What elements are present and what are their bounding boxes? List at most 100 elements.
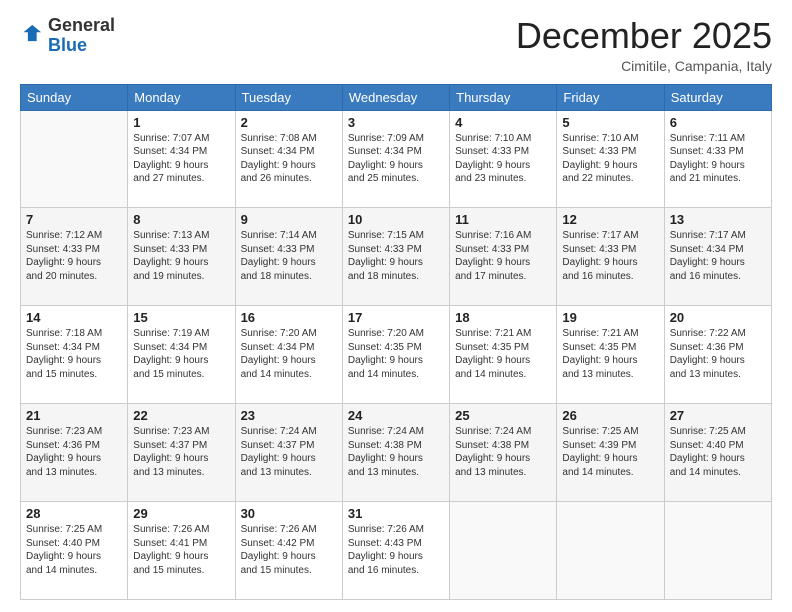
day-number: 6 [670, 115, 766, 130]
day-number: 7 [26, 212, 122, 227]
table-row [21, 110, 128, 208]
day-info: Sunrise: 7:10 AMSunset: 4:33 PMDaylight:… [455, 132, 551, 186]
day-number: 23 [241, 408, 337, 423]
logo-blue-text: Blue [48, 35, 87, 55]
col-monday: Monday [128, 84, 235, 110]
day-number: 28 [26, 506, 122, 521]
day-number: 1 [133, 115, 229, 130]
day-info: Sunrise: 7:13 AMSunset: 4:33 PMDaylight:… [133, 229, 229, 283]
table-row: 23 Sunrise: 7:24 AMSunset: 4:37 PMDayligh… [235, 404, 342, 502]
logo: General Blue [20, 16, 115, 56]
calendar-header-row: Sunday Monday Tuesday Wednesday Thursday… [21, 84, 772, 110]
day-number: 2 [241, 115, 337, 130]
page: General Blue December 2025 Cimitile, Cam… [0, 0, 792, 612]
table-row: 30 Sunrise: 7:26 AMSunset: 4:42 PMDayligh… [235, 502, 342, 600]
table-row: 25Sunrise: 7:24 AMSunset: 4:38 PMDayligh… [450, 404, 557, 502]
table-row: 4 Sunrise: 7:10 AMSunset: 4:33 PMDaylight… [450, 110, 557, 208]
col-tuesday: Tuesday [235, 84, 342, 110]
day-number: 29 [133, 506, 229, 521]
day-info: Sunrise: 7:08 AMSunset: 4:34 PMDaylight:… [241, 132, 337, 186]
col-wednesday: Wednesday [342, 84, 449, 110]
table-row: 19Sunrise: 7:21 AMSunset: 4:35 PMDayligh… [557, 306, 664, 404]
table-row: 13 Sunrise: 7:17 AMSunset: 4:34 PMDayligh… [664, 208, 771, 306]
day-info: Sunrise: 7:19 AMSunset: 4:34 PMDaylight:… [133, 327, 229, 381]
day-info: Sunrise: 7:26 AMSunset: 4:43 PMDaylight:… [348, 523, 444, 577]
day-info: Sunrise: 7:26 AMSunset: 4:42 PMDaylight:… [241, 523, 337, 577]
table-row: 14Sunrise: 7:18 AMSunset: 4:34 PMDayligh… [21, 306, 128, 404]
day-number: 5 [562, 115, 658, 130]
table-row: 29 Sunrise: 7:26 AMSunset: 4:41 PMDayligh… [128, 502, 235, 600]
table-row: 8 Sunrise: 7:13 AMSunset: 4:33 PMDaylight… [128, 208, 235, 306]
table-row [557, 502, 664, 600]
logo-icon [22, 22, 44, 44]
day-info: Sunrise: 7:23 AMSunset: 4:37 PMDaylight:… [133, 425, 229, 479]
day-number: 30 [241, 506, 337, 521]
day-info: Sunrise: 7:11 AMSunset: 4:33 PMDaylight:… [670, 132, 766, 186]
day-info: Sunrise: 7:10 AMSunset: 4:33 PMDaylight:… [562, 132, 658, 186]
day-info: Sunrise: 7:17 AMSunset: 4:34 PMDaylight:… [670, 229, 766, 283]
calendar-week-row: 7 Sunrise: 7:12 AMSunset: 4:33 PMDaylight… [21, 208, 772, 306]
calendar-week-row: 14Sunrise: 7:18 AMSunset: 4:34 PMDayligh… [21, 306, 772, 404]
day-number: 4 [455, 115, 551, 130]
day-info: Sunrise: 7:25 AMSunset: 4:40 PMDaylight:… [26, 523, 122, 577]
header: General Blue December 2025 Cimitile, Cam… [20, 16, 772, 74]
day-info: Sunrise: 7:14 AMSunset: 4:33 PMDaylight:… [241, 229, 337, 283]
table-row: 24 Sunrise: 7:24 AMSunset: 4:38 PMDayligh… [342, 404, 449, 502]
day-number: 19 [562, 310, 658, 325]
table-row: 11Sunrise: 7:16 AMSunset: 4:33 PMDayligh… [450, 208, 557, 306]
location: Cimitile, Campania, Italy [516, 58, 772, 74]
table-row: 3 Sunrise: 7:09 AMSunset: 4:34 PMDaylight… [342, 110, 449, 208]
day-number: 18 [455, 310, 551, 325]
table-row: 15 Sunrise: 7:19 AMSunset: 4:34 PMDayligh… [128, 306, 235, 404]
day-info: Sunrise: 7:23 AMSunset: 4:36 PMDaylight:… [26, 425, 122, 479]
day-number: 25 [455, 408, 551, 423]
table-row: 18 Sunrise: 7:21 AMSunset: 4:35 PMDayligh… [450, 306, 557, 404]
day-info: Sunrise: 7:24 AMSunset: 4:37 PMDaylight:… [241, 425, 337, 479]
day-info: Sunrise: 7:09 AMSunset: 4:34 PMDaylight:… [348, 132, 444, 186]
table-row: 21 Sunrise: 7:23 AMSunset: 4:36 PMDayligh… [21, 404, 128, 502]
month-title: December 2025 [516, 16, 772, 56]
day-number: 21 [26, 408, 122, 423]
day-number: 8 [133, 212, 229, 227]
day-number: 17 [348, 310, 444, 325]
table-row: 31 Sunrise: 7:26 AMSunset: 4:43 PMDayligh… [342, 502, 449, 600]
day-info: Sunrise: 7:24 AMSunset: 4:38 PMDaylight:… [348, 425, 444, 479]
table-row: 28 Sunrise: 7:25 AMSunset: 4:40 PMDayligh… [21, 502, 128, 600]
calendar-table: Sunday Monday Tuesday Wednesday Thursday… [20, 84, 772, 600]
day-info: Sunrise: 7:20 AMSunset: 4:34 PMDaylight:… [241, 327, 337, 381]
day-number: 31 [348, 506, 444, 521]
day-number: 27 [670, 408, 766, 423]
calendar-week-row: 28 Sunrise: 7:25 AMSunset: 4:40 PMDayligh… [21, 502, 772, 600]
day-number: 15 [133, 310, 229, 325]
day-info: Sunrise: 7:25 AMSunset: 4:40 PMDaylight:… [670, 425, 766, 479]
day-number: 3 [348, 115, 444, 130]
day-number: 22 [133, 408, 229, 423]
table-row: 9Sunrise: 7:14 AMSunset: 4:33 PMDaylight… [235, 208, 342, 306]
day-info: Sunrise: 7:22 AMSunset: 4:36 PMDaylight:… [670, 327, 766, 381]
day-number: 24 [348, 408, 444, 423]
table-row: 17 Sunrise: 7:20 AMSunset: 4:35 PMDayligh… [342, 306, 449, 404]
table-row: 5 Sunrise: 7:10 AMSunset: 4:33 PMDaylight… [557, 110, 664, 208]
day-info: Sunrise: 7:21 AMSunset: 4:35 PMDaylight:… [455, 327, 551, 381]
day-info: Sunrise: 7:25 AMSunset: 4:39 PMDaylight:… [562, 425, 658, 479]
table-row: 1Sunrise: 7:07 AMSunset: 4:34 PMDaylight… [128, 110, 235, 208]
table-row: 2 Sunrise: 7:08 AMSunset: 4:34 PMDaylight… [235, 110, 342, 208]
col-friday: Friday [557, 84, 664, 110]
col-saturday: Saturday [664, 84, 771, 110]
table-row: 22 Sunrise: 7:23 AMSunset: 4:37 PMDayligh… [128, 404, 235, 502]
day-info: Sunrise: 7:20 AMSunset: 4:35 PMDaylight:… [348, 327, 444, 381]
table-row: 12Sunrise: 7:17 AMSunset: 4:33 PMDayligh… [557, 208, 664, 306]
table-row: 20 Sunrise: 7:22 AMSunset: 4:36 PMDayligh… [664, 306, 771, 404]
day-info: Sunrise: 7:26 AMSunset: 4:41 PMDaylight:… [133, 523, 229, 577]
day-info: Sunrise: 7:12 AMSunset: 4:33 PMDaylight:… [26, 229, 122, 283]
logo-general-text: General [48, 15, 115, 35]
day-number: 20 [670, 310, 766, 325]
calendar-week-row: 1Sunrise: 7:07 AMSunset: 4:34 PMDaylight… [21, 110, 772, 208]
day-info: Sunrise: 7:18 AMSunset: 4:34 PMDaylight:… [26, 327, 122, 381]
title-block: December 2025 Cimitile, Campania, Italy [516, 16, 772, 74]
table-row [450, 502, 557, 600]
table-row: 10Sunrise: 7:15 AMSunset: 4:33 PMDayligh… [342, 208, 449, 306]
day-number: 26 [562, 408, 658, 423]
day-number: 10 [348, 212, 444, 227]
day-number: 13 [670, 212, 766, 227]
